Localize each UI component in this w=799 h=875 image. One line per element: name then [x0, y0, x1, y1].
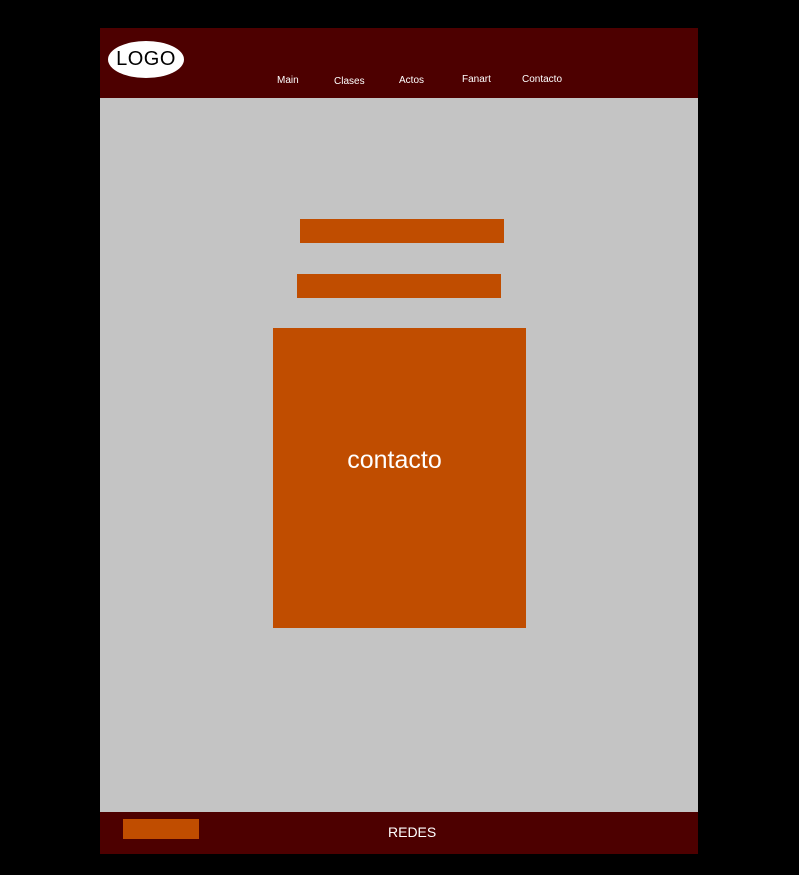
- page-frame: LOGO Main Clases Actos Fanart Contacto c…: [100, 28, 698, 854]
- nav-item-actos[interactable]: Actos: [399, 75, 424, 86]
- logo[interactable]: LOGO: [108, 41, 184, 78]
- nav-item-clases[interactable]: Clases: [334, 76, 365, 87]
- contact-label: contacto: [347, 446, 442, 474]
- nav-item-main[interactable]: Main: [277, 75, 299, 86]
- contact-panel: contacto: [273, 328, 526, 628]
- nav-item-contacto[interactable]: Contacto: [522, 74, 562, 85]
- header-bar: LOGO Main Clases Actos Fanart Contacto: [100, 28, 698, 98]
- nav-item-fanart[interactable]: Fanart: [462, 74, 491, 85]
- placeholder-bar-top: [300, 219, 504, 243]
- placeholder-bar-middle: [297, 274, 501, 298]
- footer-placeholder-block: [123, 819, 199, 839]
- footer-redes-label: REDES: [388, 824, 437, 840]
- footer-bar: REDES: [100, 812, 698, 854]
